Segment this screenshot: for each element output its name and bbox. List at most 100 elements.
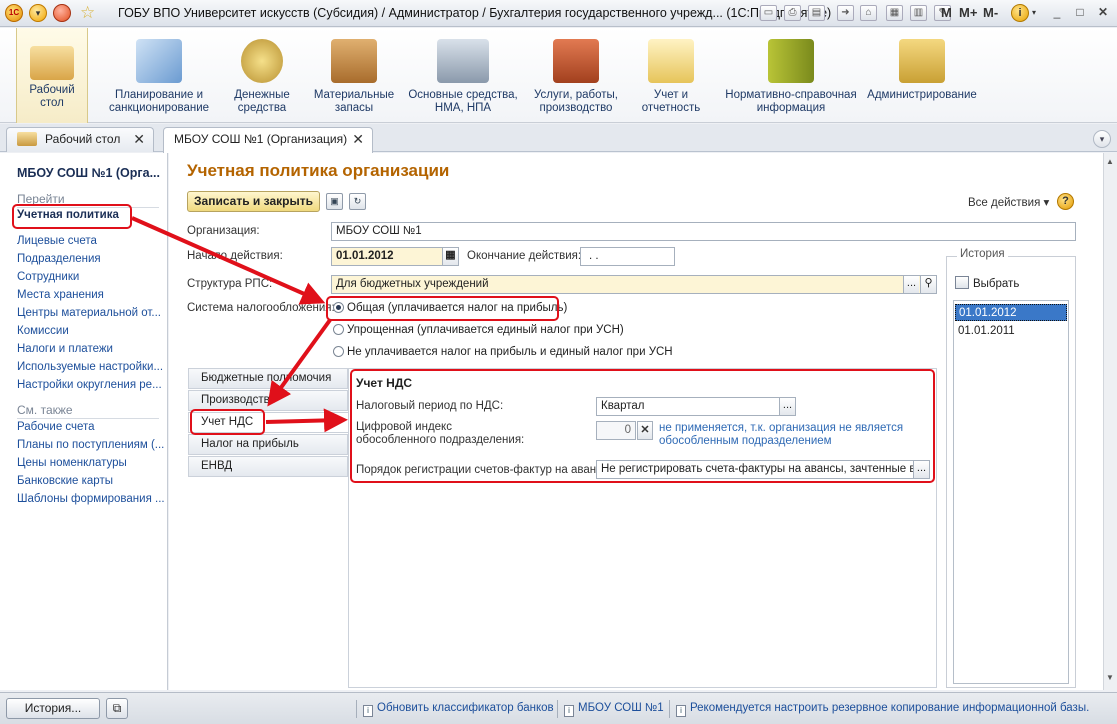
close-tab-icon[interactable]: ✕ <box>133 128 145 150</box>
history-row[interactable]: 01.01.2012 <box>955 304 1067 321</box>
windows-icon[interactable]: ⧉ <box>106 698 128 719</box>
app-logo-icon[interactable]: 1С <box>5 4 23 22</box>
rps-structure-label: Структура РПС: <box>187 278 273 290</box>
organization-label: Организация: <box>187 225 260 237</box>
coins-icon <box>241 39 283 83</box>
calculator-icon[interactable]: ▥ <box>910 5 927 21</box>
rps-structure-value: Для бюджетных учреждений <box>336 278 489 290</box>
tab-envd[interactable]: ЕНВД <box>188 456 348 477</box>
preview-icon[interactable]: ▤ <box>808 5 825 21</box>
nav-personal-accounts[interactable]: Лицевые счета <box>17 235 97 247</box>
tax-option-simplified[interactable]: Упрощенная (уплачивается единый налог пр… <box>333 324 624 336</box>
info-doc-icon: i <box>564 705 574 717</box>
nav-used-settings[interactable]: Используемые настройки... <box>17 361 163 373</box>
nav-templates[interactable]: Шаблоны формирования ... <box>17 493 165 505</box>
calendar-picker-icon[interactable]: ▦ <box>442 248 458 265</box>
history-button[interactable]: История... <box>6 698 100 719</box>
nav-employees[interactable]: Сотрудники <box>17 271 79 283</box>
highlight-vat-panel <box>350 369 935 483</box>
save-and-close-button[interactable]: Записать и закрыть <box>187 191 320 212</box>
nav-subdivisions[interactable]: Подразделения <box>17 253 101 265</box>
tab-desktop[interactable]: Рабочий стол ✕ <box>6 127 154 152</box>
title-bar: 1С ▾ ☆ ГОБУ ВПО Университет искусств (Су… <box>0 0 1117 27</box>
radio-icon <box>333 324 344 335</box>
nav-storage-places[interactable]: Места хранения <box>17 289 104 301</box>
end-date-field[interactable]: . . <box>580 247 675 266</box>
stop-icon[interactable] <box>53 4 71 22</box>
history-select-label: Выбрать <box>973 278 1020 290</box>
binders-icon <box>768 39 814 83</box>
history-select-button[interactable]: Выбрать <box>955 276 1019 290</box>
status-bar: История... ⧉ i Обновить классификатор бан… <box>0 692 1117 724</box>
info-icon[interactable]: i <box>1011 4 1029 22</box>
nav-commissions[interactable]: Комиссии <box>17 325 69 337</box>
separator <box>356 700 357 718</box>
ribbon-materials[interactable]: Материальные запасы <box>308 28 400 123</box>
status-backup-recommendation[interactable]: i Рекомендуется настроить резервное копир… <box>676 702 1089 717</box>
minimize-icon[interactable]: _ <box>1048 4 1066 21</box>
tab-profit-tax[interactable]: Налог на прибыль <box>188 434 348 455</box>
tax-option-none[interactable]: Не уплачивается налог на прибыль и едины… <box>333 346 673 358</box>
go-forward-icon[interactable]: ➜ <box>837 5 854 21</box>
status-link-text: МБОУ СОШ №1 <box>578 702 664 714</box>
all-actions-menu[interactable]: Все действия ▾ <box>968 195 1049 209</box>
nav-taxes[interactable]: Налоги и платежи <box>17 343 113 355</box>
nav-bank-cards[interactable]: Банковские карты <box>17 475 113 487</box>
memory-minus-button[interactable]: M- <box>983 5 998 20</box>
tab-budget-powers[interactable]: Бюджетные полномочия <box>188 368 348 389</box>
close-tab-icon[interactable]: ✕ <box>352 128 364 150</box>
favorite-star-icon[interactable]: ☆ <box>80 3 95 23</box>
start-date-label: Начало действия: <box>187 250 283 262</box>
info-dropdown-icon[interactable]: ▾ <box>1032 8 1036 17</box>
help-icon[interactable]: ? <box>1057 193 1074 210</box>
ribbon-label: Основные средства, НМА, НПА <box>408 89 518 114</box>
memory-plus-button[interactable]: M+ <box>959 5 977 20</box>
tab-production[interactable]: Производство <box>188 390 348 411</box>
ribbon-desktop[interactable]: Рабочий стол <box>16 28 88 123</box>
refresh-icon[interactable]: ↻ <box>349 193 366 210</box>
ribbon-reference[interactable]: Нормативно-справочная информация <box>724 28 858 123</box>
highlight-vat-tab <box>190 409 265 435</box>
ribbon-admin[interactable]: Администрирование <box>866 28 978 123</box>
history-row[interactable]: 01.01.2011 <box>955 323 1067 340</box>
tab-organization[interactable]: МБОУ СОШ №1 (Организация) ✕ <box>163 127 373 153</box>
save-disk-icon[interactable]: ▣ <box>326 193 343 210</box>
vertical-scrollbar[interactable]: ▲ ▼ <box>1103 153 1117 690</box>
print-icon[interactable]: ⎙ <box>784 5 801 21</box>
nav-rounding-settings[interactable]: Настройки округления ре... <box>17 379 162 391</box>
page-title: Учетная политика организации <box>187 161 450 180</box>
nav-responsibility-centers[interactable]: Центры материальной от... <box>17 307 161 319</box>
ribbon-money[interactable]: Денежные средства <box>222 28 302 123</box>
rps-structure-field[interactable]: Для бюджетных учреждений ... ⚲ <box>331 275 937 294</box>
ribbon-services[interactable]: Услуги, работы, производство <box>526 28 626 123</box>
history-title: История <box>957 248 1008 260</box>
status-update-banks[interactable]: i Обновить классификатор банков <box>363 702 554 717</box>
ribbon-fixed-assets[interactable]: Основные средства, НМА, НПА <box>406 28 520 123</box>
organization-field[interactable]: МБОУ СОШ №1 <box>331 222 1076 241</box>
nav-revenue-plans[interactable]: Планы по поступлениям (... <box>17 439 164 451</box>
status-organization[interactable]: i МБОУ СОШ №1 <box>564 702 664 717</box>
admin-computer-icon <box>899 39 945 83</box>
scroll-down-icon[interactable]: ▼ <box>1106 673 1114 682</box>
panel-title: МБОУ СОШ №1 (Орга... <box>17 166 160 180</box>
nav-item-prices[interactable]: Цены номенклатуры <box>17 457 127 469</box>
history-list: 01.01.2012 01.01.2011 <box>953 300 1069 684</box>
search-icon[interactable]: ⚲ <box>920 276 936 293</box>
nav-working-accounts[interactable]: Рабочие счета <box>17 421 95 433</box>
ribbon-label: Услуги, работы, производство <box>533 89 618 114</box>
tabs-dropdown-icon[interactable]: ▾ <box>1093 130 1111 148</box>
maximize-icon[interactable]: □ <box>1071 4 1089 21</box>
select-dots-icon[interactable]: ... <box>903 276 919 293</box>
menu-dropdown-icon[interactable]: ▾ <box>29 4 47 22</box>
close-window-icon[interactable]: ✕ <box>1094 4 1112 21</box>
ribbon-planning[interactable]: Планирование и санкционирование <box>100 28 218 123</box>
memory-button[interactable]: M <box>941 5 952 20</box>
ribbon-reports[interactable]: Учет и отчетность <box>634 28 708 123</box>
calendar-icon[interactable]: ▦ <box>886 5 903 21</box>
ribbon-label: Планирование и санкционирование <box>108 89 210 114</box>
home-icon[interactable]: ⌂ <box>860 5 877 21</box>
save-icon[interactable]: ▭ <box>760 5 777 21</box>
end-date-label: Окончание действия: <box>467 250 582 262</box>
scroll-up-icon[interactable]: ▲ <box>1106 157 1114 166</box>
start-date-field[interactable]: 01.01.2012 ▦ <box>331 247 459 266</box>
